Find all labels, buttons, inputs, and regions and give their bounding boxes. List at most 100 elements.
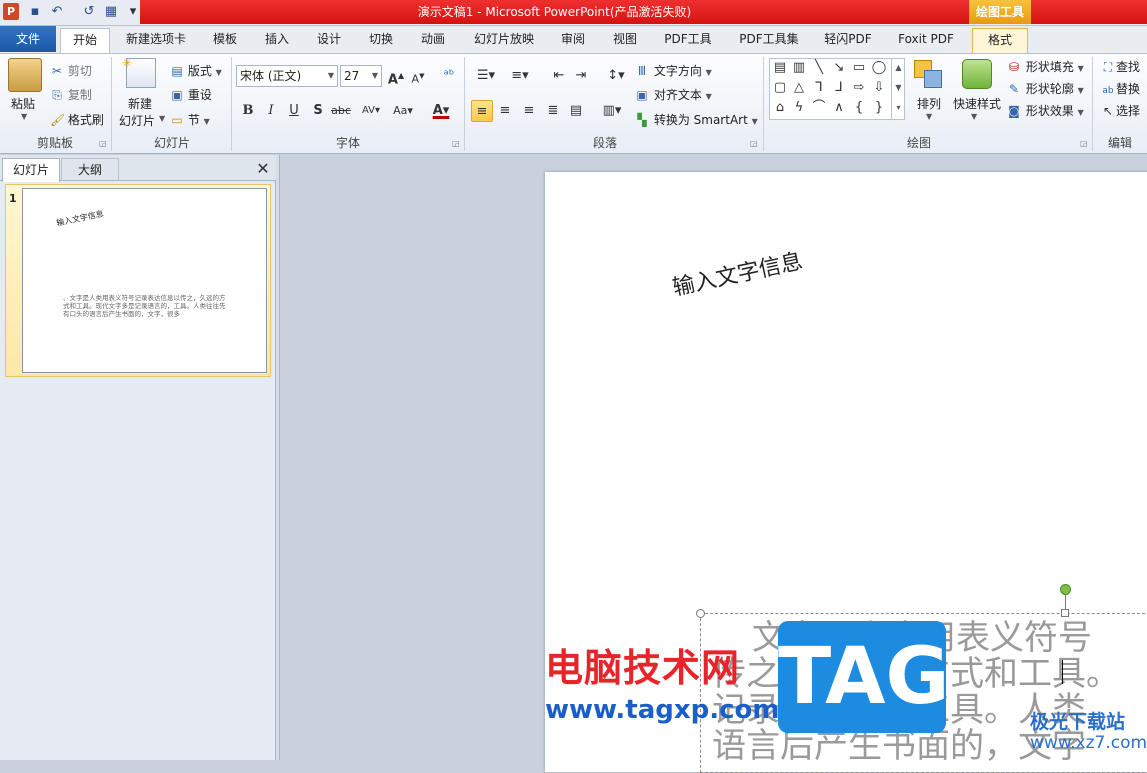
tab-lightpdf[interactable]: 轻闪PDF xyxy=(816,27,880,53)
quick-styles-button[interactable]: 快速样式 xyxy=(953,95,1001,112)
tab-format[interactable]: 格式 xyxy=(972,28,1028,53)
quick-styles-dropdown-icon[interactable]: ▼ xyxy=(971,112,977,121)
align-left-icon[interactable]: ≡ xyxy=(471,100,493,122)
shape-fill-button[interactable]: ⛁ 形状填充 ▼ xyxy=(1006,58,1084,75)
section-button[interactable]: ▭ 节 ▼ xyxy=(170,111,210,128)
clear-formatting-icon[interactable]: ᵃᵇ xyxy=(438,65,460,87)
arrange-icon[interactable] xyxy=(914,60,944,90)
new-slide-button-line1[interactable]: 新建 xyxy=(128,95,152,112)
font-color-icon[interactable]: A▾ xyxy=(426,100,456,122)
justify-icon[interactable]: ≣ xyxy=(542,100,564,122)
right-arrow-shape-icon[interactable]: ⇨ xyxy=(850,79,868,97)
italic-icon[interactable]: I xyxy=(260,100,282,122)
arrow-shape-icon[interactable]: ↘ xyxy=(830,59,848,77)
bold-icon[interactable]: B xyxy=(237,100,259,122)
grow-font-icon[interactable]: A▲ xyxy=(385,65,407,87)
line-shape-icon[interactable]: ╲ xyxy=(810,59,828,77)
powerpoint-app-icon[interactable]: P xyxy=(3,3,19,20)
convert-smartart-button[interactable]: ▚ 转换为 SmartArt ▼ xyxy=(634,111,757,128)
rectangle-shape-icon[interactable]: ▭ xyxy=(850,59,868,77)
triangle-shape-icon[interactable]: △ xyxy=(790,79,808,97)
align-center-icon[interactable]: ≡ xyxy=(494,100,516,122)
tab-pdf-tools[interactable]: PDF工具 xyxy=(656,27,720,53)
align-right-icon[interactable]: ≡ xyxy=(518,100,540,122)
down-arrow-shape-icon[interactable]: ⇩ xyxy=(870,79,888,97)
replace-button[interactable]: ab 替换 xyxy=(1100,80,1140,97)
drawing-launcher-icon[interactable]: ◲ xyxy=(1080,139,1088,148)
shape-outline-button[interactable]: ✎ 形状轮廓 ▼ xyxy=(1006,80,1084,97)
reset-button[interactable]: ▣ 重设 xyxy=(170,86,212,103)
strikethrough-icon[interactable]: abc xyxy=(330,100,352,122)
align-text-button[interactable]: ▣ 对齐文本 ▼ xyxy=(634,86,712,103)
tab-new-tab[interactable]: 新建选项卡 xyxy=(120,27,192,53)
shadow-icon[interactable]: S xyxy=(307,100,329,122)
redo-icon[interactable]: ↺ xyxy=(80,3,98,21)
tab-view[interactable]: 视图 xyxy=(604,27,646,53)
columns-icon[interactable]: ▥▾ xyxy=(598,100,626,122)
clipboard-launcher-icon[interactable]: ◲ xyxy=(99,139,107,148)
tab-file[interactable]: 文件 xyxy=(0,26,56,52)
quick-styles-icon[interactable] xyxy=(962,59,992,89)
underline-icon[interactable]: U xyxy=(283,100,305,122)
arc-shape-icon[interactable]: ⌒ xyxy=(810,99,828,117)
elbow-arrow-shape-icon[interactable]: ⅃ xyxy=(830,79,848,97)
vertical-textbox-shape-icon[interactable]: ▥ xyxy=(790,59,808,77)
close-icon[interactable]: ✕ xyxy=(255,160,271,178)
resize-handle-top-left[interactable] xyxy=(696,609,705,618)
tab-foxit-pdf[interactable]: Foxit PDF xyxy=(890,27,962,53)
save-icon[interactable]: ▪ xyxy=(26,3,44,21)
new-slide-button-line2[interactable]: 幻灯片 xyxy=(119,112,155,129)
new-slide-dropdown-icon[interactable]: ▼ xyxy=(159,114,165,123)
tab-insert[interactable]: 插入 xyxy=(256,27,298,53)
flowchart-shape-icon[interactable]: ⌂ xyxy=(771,99,789,117)
tab-pdf-toolset[interactable]: PDF工具集 xyxy=(732,27,806,53)
tab-home[interactable]: 开始 xyxy=(60,28,110,54)
copy-button[interactable]: ⎘ 复制 xyxy=(50,86,92,103)
pane-splitter[interactable] xyxy=(276,155,280,760)
font-size-select[interactable]: 27 ▼ xyxy=(340,65,382,87)
oval-shape-icon[interactable]: ◯ xyxy=(870,59,888,77)
font-launcher-icon[interactable]: ◲ xyxy=(452,139,460,148)
paste-icon[interactable] xyxy=(8,58,42,92)
distributed-icon[interactable]: ▤ xyxy=(565,100,587,122)
paste-button[interactable]: 粘贴 xyxy=(11,95,35,112)
tab-outline-pane[interactable]: 大纲 xyxy=(61,158,119,181)
tab-slides-pane[interactable]: 幻灯片 xyxy=(2,158,60,182)
tab-animations[interactable]: 动画 xyxy=(412,27,454,53)
format-painter-button[interactable]: 🖌 格式刷 xyxy=(50,111,104,128)
find-button[interactable]: ⛶ 查找 xyxy=(1100,58,1140,75)
tab-template[interactable]: 模板 xyxy=(204,27,246,53)
tab-design[interactable]: 设计 xyxy=(308,27,350,53)
left-brace-shape-icon[interactable]: { xyxy=(850,99,868,117)
numbering-icon[interactable]: ≡▾ xyxy=(506,65,534,87)
paragraph-launcher-icon[interactable]: ◲ xyxy=(750,139,758,148)
character-spacing-icon[interactable]: AV▾ xyxy=(357,100,385,122)
arrange-button[interactable]: 排列 xyxy=(917,95,941,112)
line-spacing-icon[interactable]: ↕▾ xyxy=(602,65,630,87)
shape-effects-button[interactable]: ◙ 形状效果 ▼ xyxy=(1006,102,1084,119)
slideshow-icon[interactable]: ▦ xyxy=(102,3,120,21)
cut-button[interactable]: ✂ 剪切 xyxy=(50,62,92,79)
change-case-icon[interactable]: Aa▾ xyxy=(389,100,417,122)
select-button[interactable]: ↖ 选择 xyxy=(1100,102,1140,119)
increase-indent-icon[interactable]: ⇥ xyxy=(570,65,592,87)
rotation-handle[interactable] xyxy=(1060,584,1071,595)
paste-dropdown-icon[interactable]: ▼ xyxy=(21,112,27,121)
font-name-select[interactable]: 宋体 (正文) ▼ xyxy=(236,65,338,87)
tab-slideshow[interactable]: 幻灯片放映 xyxy=(466,27,542,53)
resize-handle-top-center[interactable] xyxy=(1061,609,1069,617)
right-brace-shape-icon[interactable]: } xyxy=(870,99,888,117)
layout-button[interactable]: ▤ 版式 ▼ xyxy=(170,62,222,79)
lightning-shape-icon[interactable]: ϟ xyxy=(790,99,808,117)
textbox-shape-icon[interactable]: ▤ xyxy=(771,59,789,77)
rounded-rectangle-shape-icon[interactable]: ▢ xyxy=(771,79,789,97)
tab-review[interactable]: 审阅 xyxy=(552,27,594,53)
decrease-indent-icon[interactable]: ⇤ xyxy=(548,65,570,87)
undo-icon[interactable]: ↶ xyxy=(48,3,66,21)
text-direction-button[interactable]: Ⅲ 文字方向 ▼ xyxy=(634,62,712,79)
elbow-connector-shape-icon[interactable]: ⅂ xyxy=(810,79,828,97)
curve-shape-icon[interactable]: ∧ xyxy=(830,99,848,117)
shapes-gallery-scroll[interactable]: ▲ ▼ ▾ xyxy=(891,58,905,120)
arrange-dropdown-icon[interactable]: ▼ xyxy=(926,112,932,121)
shrink-font-icon[interactable]: A▼ xyxy=(407,65,429,87)
